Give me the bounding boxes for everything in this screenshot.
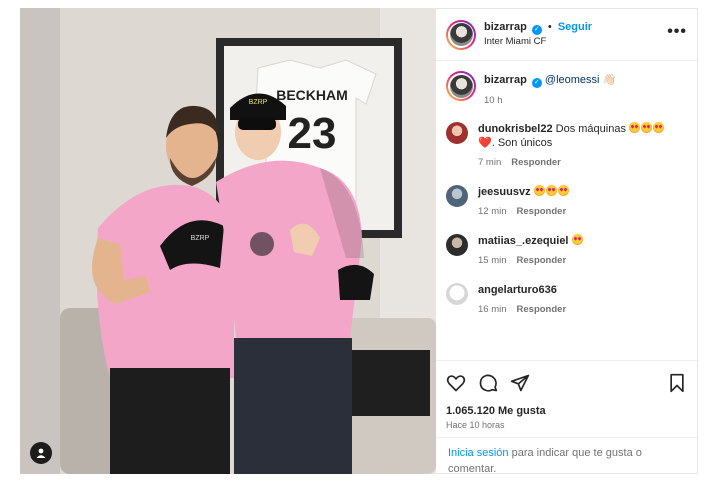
reply-button[interactable]: Responder [511, 157, 561, 168]
cap-text-held: BZRP [191, 235, 210, 242]
comment-text: Dos máquinas [555, 123, 626, 135]
post-location[interactable]: Inter Miami CF [484, 35, 659, 49]
post-caption: bizarrap ✓ @leomessi 👋🏻 10 h [446, 71, 687, 108]
heart-eyes-emoji-icon [629, 122, 665, 135]
post-header: bizarrap ✓ • Seguir Inter Miami CF ••• [436, 9, 697, 61]
verified-icon: ✓ [531, 78, 542, 88]
comment-time: 15 min [478, 255, 507, 266]
comment-item: dunokrisbel22 Dos máquinas ❤️. Son único… [446, 122, 687, 170]
comment-time: 16 min [478, 304, 507, 315]
comment-item: jeesuusvz 12 min Responder [446, 185, 687, 219]
reply-button[interactable]: Responder [517, 206, 567, 217]
separator-dot: • [547, 21, 552, 33]
comment-username[interactable]: matiias_.ezequiel [478, 235, 569, 247]
verified-icon: ✓ [531, 25, 542, 35]
comments-list[interactable]: bizarrap ✓ @leomessi 👋🏻 10 h dunokrisbel… [436, 61, 697, 351]
author-username[interactable]: bizarrap [484, 21, 527, 33]
commenter-avatar[interactable] [446, 185, 468, 207]
share-send-icon[interactable] [510, 373, 530, 393]
comment-time: 7 min [478, 157, 502, 168]
red-heart-icon: ❤️ [478, 137, 492, 149]
caption-username[interactable]: bizarrap [484, 74, 527, 86]
jersey-name: BECKHAM [276, 87, 348, 103]
tagged-users-button[interactable] [30, 442, 52, 464]
follow-button[interactable]: Seguir [558, 21, 592, 33]
comment-item: matiias_.ezequiel 15 min Responder [446, 234, 687, 268]
post-photo: BECKHAM 23 BZRP BZRP [20, 8, 436, 474]
comment-username[interactable]: angelarturo636 [478, 284, 557, 296]
comment-item: angelarturo636 16 min Responder [446, 283, 687, 317]
comment-time: 12 min [478, 206, 507, 217]
reply-button[interactable]: Responder [517, 255, 567, 266]
reply-button[interactable]: Responder [517, 304, 567, 315]
commenter-avatar[interactable] [446, 122, 468, 144]
comment-bubble-icon[interactable] [478, 373, 498, 393]
jersey-number: 23 [288, 109, 337, 158]
more-options-icon[interactable]: ••• [667, 23, 687, 47]
heart-eyes-emoji-icon [533, 185, 570, 198]
cap-text-worn: BZRP [249, 99, 268, 106]
caption-avatar[interactable] [446, 71, 476, 101]
likes-count[interactable]: 1.065.120 Me gusta [446, 405, 687, 417]
post-time: Hace 10 horas [446, 420, 505, 430]
person-icon [36, 448, 46, 458]
author-avatar[interactable] [446, 19, 476, 50]
wave-emoji-icon: 👋🏻 [602, 74, 617, 86]
gift-box [350, 350, 430, 416]
comment-text-extra: . Son únicos [491, 137, 553, 149]
heart-eyes-emoji-icon [571, 234, 584, 247]
commenter-avatar[interactable] [446, 283, 468, 305]
commenter-avatar[interactable] [446, 234, 468, 256]
author-info: bizarrap ✓ • Seguir Inter Miami CF [484, 20, 659, 49]
caption-time: 10 h [484, 95, 503, 106]
comment-username[interactable]: dunokrisbel22 [478, 123, 553, 135]
comment-username[interactable]: jeesuusvz [478, 186, 531, 198]
save-bookmark-icon[interactable] [667, 373, 687, 393]
like-heart-icon[interactable] [446, 373, 466, 393]
login-link[interactable]: Inicia sesión [448, 447, 509, 459]
login-prompt: Inicia sesión para indicar que te gusta … [436, 437, 697, 484]
post-actions: 1.065.120 Me gusta Hace 10 horas [436, 360, 697, 430]
post-side-panel: bizarrap ✓ • Seguir Inter Miami CF ••• b… [436, 8, 698, 475]
caption-mention[interactable]: @leomessi [545, 74, 600, 86]
photo-illustration: BECKHAM 23 BZRP BZRP [20, 8, 436, 474]
